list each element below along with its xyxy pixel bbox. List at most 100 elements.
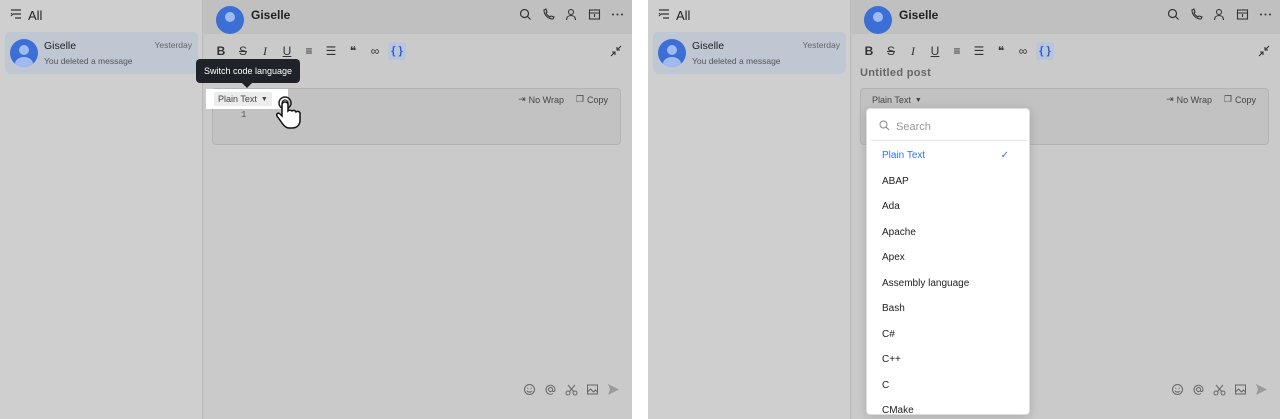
- collapse-icon[interactable]: [610, 44, 622, 57]
- at-icon[interactable]: [1192, 383, 1205, 401]
- code-block-icon[interactable]: { }: [388, 42, 406, 60]
- copy-button[interactable]: ❐ Copy: [1224, 94, 1256, 105]
- language-option-label: Ada: [882, 201, 900, 212]
- emoji-icon[interactable]: [523, 383, 536, 401]
- copy-label: Copy: [586, 94, 608, 105]
- image-icon[interactable]: [1234, 383, 1247, 401]
- ordered-list-icon[interactable]: ≡: [948, 42, 966, 60]
- bold-icon[interactable]: B: [212, 42, 230, 60]
- language-option[interactable]: Apex: [867, 245, 1029, 271]
- language-option-label: Bash: [882, 303, 905, 314]
- filter-label: All: [676, 8, 691, 23]
- chat-sidebar: All Giselle Yesterday You deleted a mess…: [0, 0, 203, 419]
- format-toolbar: B S I U ≡ ☰ ❝ ∞ { }: [860, 42, 1054, 60]
- language-option-label: Plain Text: [882, 150, 926, 161]
- chat-sidebar: All Giselle Yesterday You deleted a mess…: [648, 0, 851, 419]
- post-title[interactable]: Untitled post: [860, 67, 931, 79]
- at-icon[interactable]: [544, 383, 557, 401]
- language-option[interactable]: Bash: [867, 296, 1029, 322]
- search-icon[interactable]: [519, 8, 532, 21]
- format-toolbar: B S I U ≡ ☰ ❝ ∞ { }: [212, 42, 406, 60]
- link-icon[interactable]: ∞: [366, 42, 384, 60]
- copy-label: Copy: [1234, 94, 1256, 105]
- no-wrap-label: No Wrap: [528, 94, 564, 105]
- quote-icon[interactable]: ❝: [344, 42, 362, 60]
- copy-button[interactable]: ❐ Copy: [576, 94, 608, 105]
- language-search-input[interactable]: [896, 120, 1016, 133]
- chat-name: Giselle: [692, 40, 725, 52]
- link-icon[interactable]: ∞: [1014, 42, 1032, 60]
- code-block-icon[interactable]: { }: [1036, 42, 1054, 60]
- strikethrough-icon[interactable]: S: [882, 42, 900, 60]
- language-option[interactable]: C#: [867, 322, 1029, 348]
- chat-title: Giselle: [899, 8, 939, 22]
- strikethrough-icon[interactable]: S: [234, 42, 252, 60]
- more-icon[interactable]: [1259, 8, 1272, 21]
- language-option[interactable]: Apache: [867, 220, 1029, 246]
- scissors-icon[interactable]: [565, 383, 578, 401]
- bullet-list-icon[interactable]: ☰: [970, 42, 988, 60]
- underline-icon[interactable]: U: [926, 42, 944, 60]
- no-wrap-button[interactable]: ⇥ No Wrap: [1166, 94, 1212, 105]
- language-option-label: Assembly language: [882, 277, 970, 289]
- chat-header: Giselle: [204, 0, 632, 34]
- bold-icon[interactable]: B: [860, 42, 878, 60]
- send-icon[interactable]: [607, 383, 620, 401]
- avatar[interactable]: [216, 6, 244, 34]
- chat-list-item[interactable]: Giselle Yesterday You deleted a message: [5, 32, 198, 74]
- right-screenshot-panel: All Giselle Yesterday You deleted a mess…: [648, 0, 1280, 419]
- copy-icon: ❐: [1223, 94, 1232, 104]
- send-icon[interactable]: [1255, 383, 1268, 401]
- language-option[interactable]: ABAP: [867, 169, 1029, 195]
- language-option-label: CMake: [882, 405, 914, 415]
- add-member-icon[interactable]: [565, 8, 578, 21]
- language-option[interactable]: Ada: [867, 194, 1029, 220]
- italic-icon[interactable]: I: [256, 42, 274, 60]
- avatar: [10, 39, 38, 67]
- archive-icon[interactable]: [588, 8, 601, 21]
- line-number: 1: [241, 110, 247, 120]
- dropdown-search: [871, 113, 1027, 141]
- emoji-icon[interactable]: [1171, 383, 1184, 401]
- more-icon[interactable]: [611, 8, 624, 21]
- language-label: Plain Text: [218, 94, 257, 104]
- composer-actions: [1171, 383, 1268, 401]
- search-icon[interactable]: [1167, 8, 1180, 21]
- language-selector[interactable]: Plain Text ▼: [868, 93, 926, 107]
- chat-time: Yesterday: [154, 40, 193, 50]
- language-option[interactable]: C++: [867, 347, 1029, 373]
- avatar[interactable]: [864, 6, 892, 34]
- hand-pointer-icon: [276, 94, 320, 130]
- caret-down-icon: ▼: [260, 95, 268, 103]
- language-option[interactable]: Plain Text ✓: [867, 143, 1029, 169]
- language-selector[interactable]: Plain Text ▼: [214, 92, 272, 106]
- language-option[interactable]: CMake: [867, 398, 1029, 415]
- left-screenshot-panel: All Giselle Yesterday You deleted a mess…: [0, 0, 632, 419]
- language-option[interactable]: Assembly language: [867, 271, 1029, 297]
- call-icon[interactable]: [542, 8, 555, 21]
- avatar: [658, 39, 686, 67]
- underline-icon[interactable]: U: [278, 42, 296, 60]
- language-dropdown: Plain Text ✓ ABAP Ada Apache Apex Assembly lan…: [866, 108, 1030, 415]
- chat-list-item[interactable]: Giselle Yesterday You deleted a message: [653, 32, 846, 74]
- no-wrap-label: No Wrap: [1176, 94, 1212, 105]
- language-option-label: Apex: [882, 252, 905, 263]
- list-filter-icon: [658, 8, 670, 23]
- scissors-icon[interactable]: [1213, 383, 1226, 401]
- italic-icon[interactable]: I: [904, 42, 922, 60]
- language-option[interactable]: C: [867, 373, 1029, 399]
- language-option-label: Apache: [882, 226, 916, 238]
- filter-header[interactable]: All: [10, 8, 42, 23]
- collapse-icon[interactable]: [1258, 44, 1270, 57]
- check-icon: ✓: [1000, 150, 1009, 161]
- filter-header[interactable]: All: [658, 8, 690, 23]
- quote-icon[interactable]: ❝: [992, 42, 1010, 60]
- archive-icon[interactable]: [1236, 8, 1249, 21]
- add-member-icon[interactable]: [1213, 8, 1226, 21]
- image-icon[interactable]: [586, 383, 599, 401]
- no-wrap-button[interactable]: ⇥ No Wrap: [518, 94, 564, 105]
- bullet-list-icon[interactable]: ☰: [322, 42, 340, 60]
- call-icon[interactable]: [1190, 8, 1203, 21]
- chat-header: Giselle: [852, 0, 1280, 34]
- ordered-list-icon[interactable]: ≡: [300, 42, 318, 60]
